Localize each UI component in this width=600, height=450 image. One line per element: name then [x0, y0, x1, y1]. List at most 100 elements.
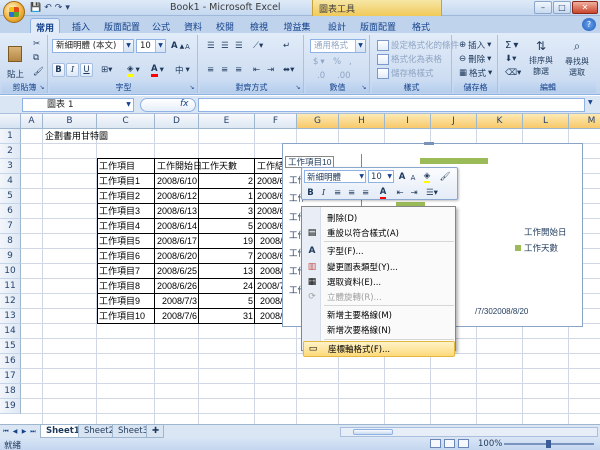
insert-cells-button[interactable]: ⊕ 插入 ▾ [456, 38, 494, 52]
borders-icon[interactable]: ⊞▾ [98, 63, 115, 77]
decrease-indent-icon[interactable]: ⇤ [250, 63, 263, 77]
paste-label[interactable]: 貼上 [4, 67, 27, 81]
align-left-icon[interactable]: ≡ [204, 63, 217, 77]
mini-fill-color-icon[interactable]: ◈ [420, 170, 434, 183]
redo-icon[interactable]: ↷ [55, 3, 63, 13]
merge-center-icon[interactable]: ⬌▾ [280, 63, 297, 77]
conditional-format-button[interactable]: 設定格式化的條件 [374, 38, 462, 52]
mini-font-size[interactable]: 10 ▼ [368, 170, 394, 183]
row-header-9[interactable]: 9 [0, 249, 21, 264]
minimize-button[interactable]: – [534, 1, 552, 14]
mini-align-left-icon[interactable]: ≡ [346, 186, 357, 199]
shrink-font-button[interactable]: A [182, 40, 193, 54]
mini-bold-button[interactable]: B [305, 186, 316, 199]
gantt-bar[interactable] [420, 158, 489, 164]
mini-italic-button[interactable]: I [318, 186, 329, 199]
phonetic-button[interactable]: 中 ▾ [172, 63, 193, 77]
close-button[interactable]: ✕ [572, 1, 598, 14]
expand-formula-bar-icon[interactable]: ▼ [588, 99, 598, 111]
column-header-m[interactable]: M [569, 114, 600, 129]
context-menu-item[interactable]: ▦ 選取資料(E)... [303, 274, 455, 290]
next-sheet-icon[interactable]: ▶ [20, 427, 28, 437]
column-header-f[interactable]: F [255, 114, 297, 129]
formula-input[interactable] [198, 98, 585, 112]
save-icon[interactable]: 💾 [30, 3, 41, 13]
zoom-slider[interactable] [504, 440, 594, 448]
tab-view[interactable]: 檢視 [246, 18, 272, 33]
row-header-2[interactable]: 2 [0, 144, 21, 159]
column-header-a[interactable]: A [21, 114, 43, 129]
font-launcher-icon[interactable]: ↘ [188, 84, 196, 92]
font-size-combo[interactable]: 10 ▼ [136, 39, 166, 53]
cell-styles-button[interactable]: 儲存格樣式 [374, 66, 437, 80]
format-cells-button[interactable]: ▦ 格式 ▾ [456, 66, 495, 80]
column-header-b[interactable]: B [43, 114, 97, 129]
context-menu-item[interactable]: 新增主要格線(M) [303, 307, 455, 323]
context-menu-item[interactable]: ▭ 座標軸格式(F)... [303, 340, 455, 357]
row-header-16[interactable]: 16 [0, 354, 21, 369]
context-menu-item[interactable]: 刪除(D) [303, 210, 455, 226]
comma-button[interactable]: , [346, 55, 355, 69]
tab-design[interactable]: 設計 [324, 18, 350, 33]
column-header-e[interactable]: E [199, 114, 255, 129]
prev-sheet-icon[interactable]: ◀ [11, 427, 19, 437]
align-middle-icon[interactable]: ☰ [218, 39, 232, 53]
fill-color-icon[interactable]: ◈ ▾ [124, 63, 143, 77]
mini-align-right-icon[interactable]: ≡ [360, 186, 371, 199]
tab-home[interactable]: 常用 [30, 18, 60, 34]
row-header-4[interactable]: 4 [0, 174, 21, 189]
row-header-3[interactable]: 3 [0, 159, 21, 174]
row-header-14[interactable]: 14 [0, 324, 21, 339]
mini-font-name[interactable]: 新細明體 ▼ [304, 170, 366, 183]
tab-format[interactable]: 格式 [408, 18, 434, 33]
last-sheet-icon[interactable]: ⏭ [29, 427, 37, 437]
font-name-combo[interactable]: 新細明體 (本文) ▼ [52, 39, 134, 53]
tab-data[interactable]: 資料 [180, 18, 206, 33]
normal-view-icon[interactable] [430, 439, 441, 448]
context-menu-item[interactable]: A 字型(F)... [303, 243, 455, 259]
percent-button[interactable]: % [330, 55, 344, 69]
mini-bullets-icon[interactable]: ☰▾ [424, 186, 440, 199]
paste-button[interactable] [4, 37, 26, 71]
alignment-launcher-icon[interactable]: ↘ [294, 84, 302, 92]
horizontal-scrollbar[interactable] [340, 427, 598, 437]
zoom-level[interactable]: 100% [478, 439, 502, 449]
column-header-i[interactable]: I [385, 114, 431, 129]
column-header-h[interactable]: H [339, 114, 385, 129]
row-header-15[interactable]: 15 [0, 339, 21, 354]
chevron-down-icon[interactable]: ▼ [124, 99, 133, 111]
context-menu-item[interactable]: 新增次要格線(N) [303, 322, 455, 338]
row-header-19[interactable]: 19 [0, 399, 21, 414]
row-header-11[interactable]: 11 [0, 279, 21, 294]
delete-cells-button[interactable]: ⊖ 刪除 ▾ [456, 52, 494, 66]
copy-icon[interactable]: ⧉ [30, 51, 42, 65]
orientation-icon[interactable]: ⟋▾ [250, 39, 266, 53]
context-menu-item[interactable]: ▥ 變更圖表類型(Y)... [303, 259, 455, 275]
row-header-12[interactable]: 12 [0, 294, 21, 309]
maximize-button[interactable]: □ [553, 1, 571, 14]
column-header-g[interactable]: G [297, 114, 339, 129]
first-sheet-icon[interactable]: ⏮ [2, 427, 10, 437]
chart-resize-handle-top[interactable] [424, 142, 434, 145]
cut-icon[interactable]: ✂ [30, 37, 43, 51]
row-header-10[interactable]: 10 [0, 264, 21, 279]
insert-sheet-icon[interactable]: ✚ [146, 425, 164, 438]
sheet-title-cell[interactable]: 企劃書用甘特圖 [43, 129, 163, 144]
mini-align-center-icon[interactable]: ≡ [332, 186, 343, 199]
tab-formulas[interactable]: 公式 [148, 18, 174, 33]
clipboard-launcher-icon[interactable]: ↘ [38, 84, 46, 92]
row-header-17[interactable]: 17 [0, 369, 21, 384]
align-top-icon[interactable]: ☰ [204, 39, 218, 53]
mini-shrink-font-button[interactable]: A [408, 171, 418, 184]
column-header-l[interactable]: L [523, 114, 569, 129]
insert-function-icon[interactable]: fx [180, 99, 189, 109]
column-header-c[interactable]: C [97, 114, 155, 129]
zoom-slider-thumb[interactable] [546, 440, 551, 448]
undo-icon[interactable]: ↶ [44, 3, 52, 13]
row-header-8[interactable]: 8 [0, 234, 21, 249]
row-header-18[interactable]: 18 [0, 384, 21, 399]
number-launcher-icon[interactable]: ↘ [360, 84, 368, 92]
select-all-corner[interactable] [0, 114, 21, 129]
tab-insert[interactable]: 插入 [66, 18, 96, 33]
increase-decimal-icon[interactable]: .0 [314, 69, 328, 83]
